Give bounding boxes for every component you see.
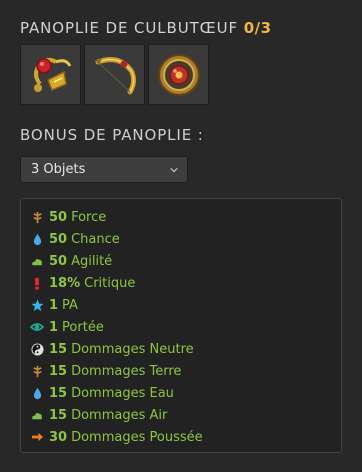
stat-row-agilite: 50 Agilité: [21, 250, 341, 272]
set-name: PANOPLIE DE CULBUTŒUF: [20, 19, 239, 37]
stat-label: Dommages Poussée: [71, 429, 203, 445]
stat-row-dommages-air: 15 Dommages Air: [21, 404, 341, 426]
critical-exclamation-icon: [30, 276, 44, 290]
stat-value: 15: [49, 385, 68, 401]
item-slot-amulet[interactable]: [20, 44, 81, 105]
set-items: [20, 44, 209, 105]
stat-label: Dommages Eau: [71, 385, 174, 401]
air-cloud-icon: [30, 254, 44, 268]
set-bonus-list: 50 Force 50 Chance 50 Agilité 18% Critiq…: [20, 198, 342, 453]
item-slot-bow[interactable]: [84, 44, 145, 105]
golden-bow-icon: [94, 56, 136, 94]
stat-value: 18%: [49, 275, 81, 291]
neutral-yinyang-icon: [30, 342, 44, 356]
stat-value: 50: [49, 253, 68, 269]
water-drop-icon: [30, 232, 44, 246]
earth-strength-icon: [30, 210, 44, 224]
stat-label: Force: [71, 209, 107, 225]
stat-value: 30: [49, 429, 68, 445]
stat-value: 50: [49, 231, 68, 247]
red-gold-amulet-icon: [33, 57, 71, 92]
dropdown-value: 3 Objets: [31, 162, 86, 177]
range-eye-icon: [30, 320, 44, 334]
item-count-dropdown[interactable]: 3 Objets: [20, 156, 188, 183]
stat-row-dommages-eau: 15 Dommages Eau: [21, 382, 341, 404]
stat-row-pa: 1 PA: [21, 294, 341, 316]
stat-value: 1: [49, 319, 59, 335]
stat-label: Agilité: [71, 253, 113, 269]
stat-row-force: 50 Force: [21, 206, 341, 228]
set-title: PANOPLIE DE CULBUTŒUF 0/3: [20, 19, 272, 37]
stat-label: PA: [62, 297, 78, 313]
set-bonus-label: BONUS DE PANOPLIE :: [20, 126, 204, 144]
stat-value: 15: [49, 407, 68, 423]
earth-strength-icon: [30, 364, 44, 378]
item-slot-shield[interactable]: [148, 44, 209, 105]
stat-row-dommages-terre: 15 Dommages Terre: [21, 360, 341, 382]
round-shield-icon: [157, 53, 200, 96]
stat-value: 50: [49, 209, 68, 225]
stat-label: Dommages Air: [71, 407, 168, 423]
air-cloud-icon: [30, 408, 44, 422]
stat-row-dommages-neutre: 15 Dommages Neutre: [21, 338, 341, 360]
chevron-down-icon: [170, 168, 178, 173]
stat-label: Chance: [71, 231, 120, 247]
stat-row-dommages-poussee: 30 Dommages Poussée: [21, 426, 341, 448]
stat-row-critique: 18% Critique: [21, 272, 341, 294]
stat-label: Critique: [84, 275, 136, 291]
stat-label: Dommages Neutre: [71, 341, 194, 357]
stat-row-portee: 1 Portée: [21, 316, 341, 338]
pushback-arrow-icon: [30, 430, 44, 444]
stat-label: Dommages Terre: [71, 363, 182, 379]
set-item-count: 0/3: [243, 19, 272, 37]
action-point-star-icon: [30, 298, 44, 312]
stat-label: Portée: [62, 319, 104, 335]
stat-value: 15: [49, 341, 68, 357]
stat-value: 1: [49, 297, 59, 313]
stat-row-chance: 50 Chance: [21, 228, 341, 250]
stat-value: 15: [49, 363, 68, 379]
water-drop-icon: [30, 386, 44, 400]
